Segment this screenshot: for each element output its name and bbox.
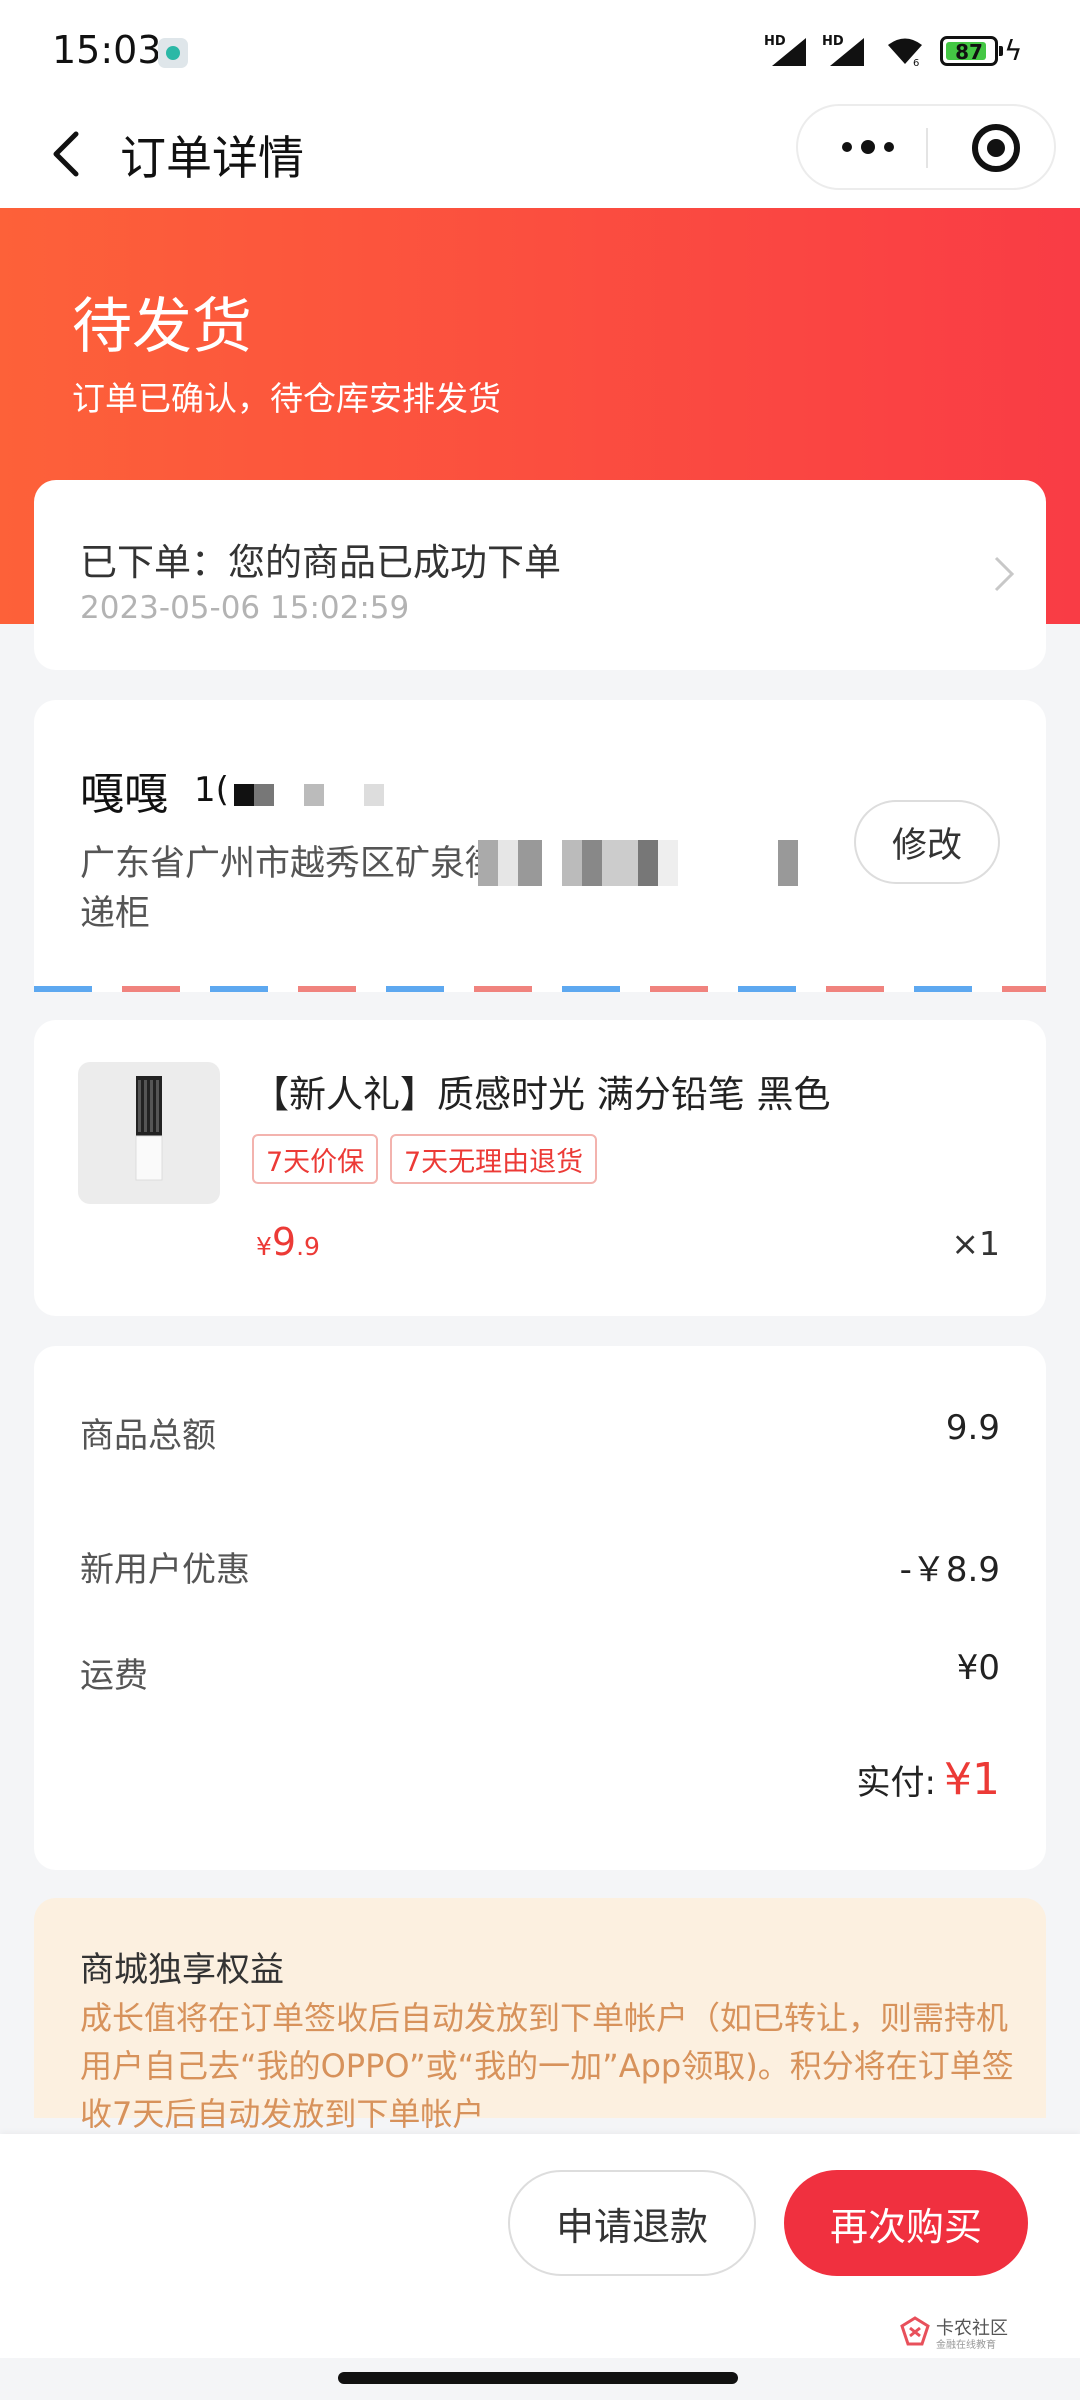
chevron-right-icon <box>994 556 1015 592</box>
home-indicator[interactable] <box>338 2372 738 2384</box>
address-line-1: 广东省广州市越秀区矿泉街 <box>80 844 501 884</box>
back-arrow-icon[interactable] <box>44 126 94 182</box>
benefit-title: 商城独享权益 <box>80 1950 284 1990</box>
mini-program-capsule <box>796 104 1056 190</box>
status-bar: 15:03 HD HD 6 87 ϟ <box>0 0 1080 100</box>
app-notification-icon <box>158 38 188 68</box>
tag-return-policy: 7天无理由退货 <box>390 1134 598 1184</box>
battery-level: 87 <box>955 40 983 64</box>
discount-label: 新用户优惠 <box>80 1550 250 1590</box>
shipping-value: ¥0 <box>956 1648 1000 1688</box>
amount-paid-value: ¥1 <box>944 1754 1000 1805</box>
exclusive-benefits-card: 商城独享权益 成长值将在订单签收后自动发放到下单帐户（如已转让，则需持机用户自己… <box>34 1898 1046 2133</box>
watermark-logo-icon <box>900 2316 930 2346</box>
address-mosaic <box>478 840 820 886</box>
product-card[interactable]: 【新人礼】质感时光 满分铅笔 黑色 7天价保 7天无理由退货 ¥9.9 ×1 <box>34 1020 1046 1316</box>
svg-text:6: 6 <box>913 58 919 66</box>
wifi-icon: 6 <box>888 38 922 66</box>
order-status-title: 待发货 <box>72 292 252 362</box>
charging-icon: ϟ <box>1004 34 1023 67</box>
order-status-subtitle: 订单已确认，待仓库安排发货 <box>72 379 501 418</box>
capsule-divider <box>926 128 928 168</box>
buy-again-button[interactable]: 再次购买 <box>784 2170 1028 2276</box>
recipient-phone: 1( <box>194 770 229 810</box>
more-icon[interactable] <box>828 106 908 188</box>
product-price: ¥9.9 <box>256 1220 320 1264</box>
battery-icon: 87 <box>940 36 1003 66</box>
price-summary-card: 商品总额 9.9 新用户优惠 -￥8.9 运费 ¥0 实付: ¥1 <box>34 1346 1046 1870</box>
amount-paid: 实付: ¥1 <box>857 1754 1000 1805</box>
tag-price-protection: 7天价保 <box>252 1134 379 1184</box>
signal-2-icon: HD <box>822 34 864 66</box>
request-refund-button[interactable]: 申请退款 <box>508 2170 756 2276</box>
edit-address-button[interactable]: 修改 <box>854 800 1000 884</box>
benefit-text: 成长值将在订单签收后自动发放到下单帐户（如已转让，则需持机用户自己去“我的OPP… <box>80 1999 1014 2133</box>
watermark-subtitle: 金融在线教育 <box>936 2340 996 2351</box>
shipping-address-card: 嘎嘎 1( 广东省广州市越秀区矿泉街 递柜 修改 <box>34 700 1046 992</box>
progress-time: 2023-05-06 15:02:59 <box>80 590 410 626</box>
subtotal-value: 9.9 <box>945 1408 1000 1448</box>
progress-text: 已下单：您的商品已成功下单 <box>80 541 561 584</box>
product-name: 【新人礼】质感时光 满分铅笔 黑色 <box>252 1073 831 1116</box>
bottom-action-bar: 申请退款 再次购买 卡农社区 金融在线教育 <box>0 2134 1080 2358</box>
close-mini-program-icon[interactable] <box>972 124 1020 172</box>
nav-bar: 订单详情 <box>0 100 1080 208</box>
phone-mosaic <box>234 784 434 806</box>
watermark: 卡农社区 金融在线教育 <box>900 2312 1020 2352</box>
subtotal-label: 商品总额 <box>80 1416 216 1456</box>
product-image[interactable] <box>78 1062 220 1204</box>
page-title: 订单详情 <box>120 131 304 185</box>
status-time: 15:03 <box>52 28 162 72</box>
order-progress-card[interactable]: 已下单：您的商品已成功下单 2023-05-06 15:02:59 <box>34 480 1046 670</box>
signal-1-icon: HD <box>764 34 806 66</box>
shipping-label: 运费 <box>80 1656 148 1696</box>
recipient-name: 嘎嘎 <box>80 769 168 820</box>
envelope-stripe <box>34 986 1046 992</box>
amount-paid-label: 实付: <box>856 1763 936 1803</box>
product-quantity: ×1 <box>951 1224 1000 1263</box>
address-line-2: 递柜 <box>80 894 151 934</box>
discount-value: -￥8.9 <box>899 1550 1000 1590</box>
